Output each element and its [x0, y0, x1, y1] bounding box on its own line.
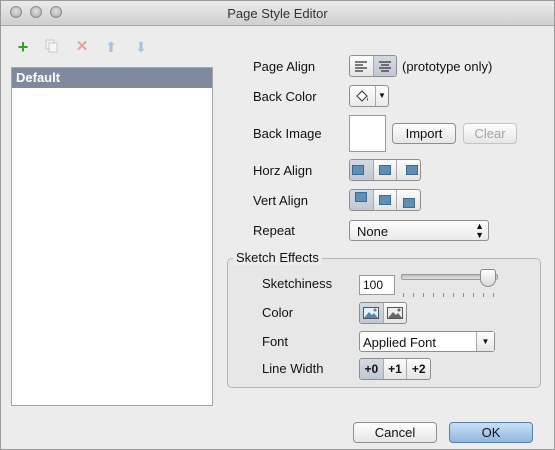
vert-align-segmented[interactable] — [349, 189, 421, 211]
arrow-down-icon[interactable]: ⬇ — [133, 39, 149, 55]
page-align-label: Page Align — [253, 59, 316, 74]
sketchiness-input[interactable]: 100 — [359, 275, 395, 295]
slider-tick — [453, 293, 454, 297]
back-image-label: Back Image — [253, 126, 322, 141]
line-width-option-0[interactable]: +0 — [360, 359, 384, 379]
sketch-font-value: Applied Font — [363, 335, 436, 350]
slider-tick — [433, 293, 434, 297]
titlebar: Page Style Editor — [1, 1, 554, 26]
import-button[interactable]: Import — [392, 123, 456, 144]
line-width-segmented[interactable]: +0 +1 +2 — [359, 358, 431, 380]
align-middle-icon[interactable] — [374, 190, 398, 210]
slider-tick — [443, 293, 444, 297]
horz-align-segmented[interactable] — [349, 159, 421, 181]
duplicate-icon[interactable] — [44, 39, 60, 55]
updown-chevron-icon: ▲ ▼ — [475, 221, 484, 240]
align-bottom-icon[interactable] — [397, 190, 420, 210]
sketch-effects-legend: Sketch Effects — [233, 250, 322, 265]
slider-tick — [423, 293, 424, 297]
delete-icon[interactable]: ✕ — [74, 39, 90, 55]
ok-button[interactable]: OK — [449, 422, 533, 443]
line-width-option-1[interactable]: +1 — [384, 359, 408, 379]
align-center-icon[interactable] — [374, 160, 398, 180]
cancel-button[interactable]: Cancel — [353, 422, 437, 443]
styles-list[interactable]: Default — [11, 67, 213, 406]
page-align-note: (prototype only) — [402, 59, 493, 74]
window-title: Page Style Editor — [227, 6, 328, 21]
slider-tick — [413, 293, 414, 297]
slider-tick — [483, 293, 484, 297]
back-image-well[interactable] — [349, 115, 386, 152]
grayscale-image-icon[interactable] — [384, 303, 407, 323]
align-right-icon[interactable] — [397, 160, 420, 180]
sketch-color-label: Color — [262, 305, 294, 320]
back-color-label: Back Color — [253, 89, 317, 104]
page-style-editor-window: Page Style Editor + ✕ ⬆ ⬇ Default Page A… — [0, 0, 555, 450]
slider-tick — [493, 293, 494, 297]
repeat-label: Repeat — [253, 223, 295, 238]
clear-button[interactable]: Clear — [463, 123, 517, 144]
plus-icon[interactable]: + — [15, 38, 31, 56]
paint-bucket-icon — [356, 90, 368, 102]
align-top-icon[interactable] — [350, 190, 374, 210]
color-image-icon[interactable] — [360, 303, 384, 323]
sketch-color-segmented[interactable] — [359, 302, 407, 324]
slider-tick — [403, 293, 404, 297]
chevron-down-icon: ▼ — [375, 86, 388, 106]
repeat-value: None — [357, 224, 389, 239]
slider-tick — [463, 293, 464, 297]
align-left-icon[interactable] — [350, 56, 374, 76]
line-width-option-2[interactable]: +2 — [407, 359, 430, 379]
sketchiness-slider-thumb[interactable] — [480, 269, 496, 287]
list-item[interactable]: Default — [12, 68, 212, 88]
page-align-segmented[interactable] — [349, 55, 397, 77]
align-left-icon[interactable] — [350, 160, 374, 180]
slider-tick — [473, 293, 474, 297]
sketch-font-label: Font — [262, 334, 289, 349]
horz-align-label: Horz Align — [253, 163, 313, 178]
vert-align-label: Vert Align — [253, 193, 308, 208]
sketch-font-combo[interactable]: Applied Font ▼ — [359, 331, 495, 352]
align-center-icon[interactable] — [373, 56, 396, 76]
arrow-up-icon[interactable]: ⬆ — [103, 39, 119, 55]
line-width-label: Line Width — [262, 361, 324, 376]
repeat-select[interactable]: None ▲ ▼ — [349, 220, 489, 241]
chevron-down-icon[interactable]: ▼ — [476, 332, 494, 351]
back-color-picker[interactable]: ▼ — [349, 85, 389, 107]
sketchiness-label: Sketchiness — [262, 276, 333, 291]
